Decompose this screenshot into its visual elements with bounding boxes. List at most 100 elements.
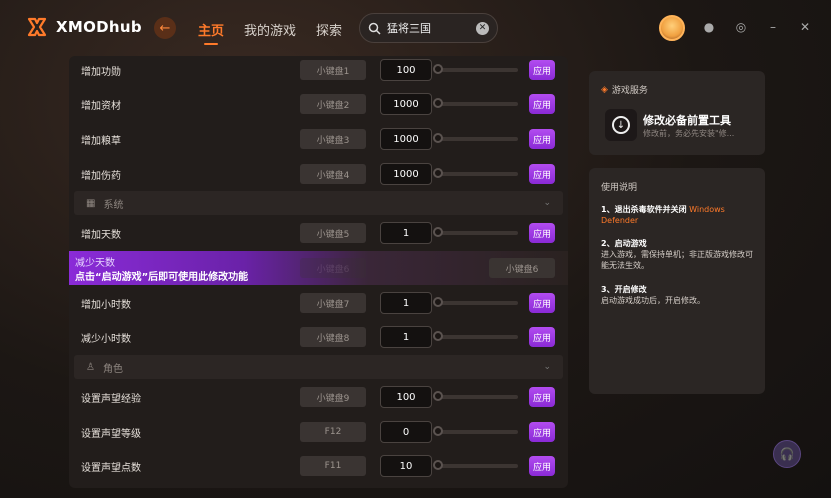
option-label: 减少天数 — [75, 258, 115, 269]
tool-subtitle: 修改前，务必先安装"修... — [643, 129, 735, 138]
option-label: 设置声望等级 — [81, 428, 141, 440]
value-input[interactable]: 0 — [380, 421, 432, 443]
option-row: 设置声望经验 小键盘9 100 应用 — [69, 380, 568, 414]
app-name: XMODhub — [56, 18, 142, 36]
apply-button[interactable]: 应用 — [529, 94, 555, 114]
section-title: 角色 — [102, 363, 123, 375]
headset-icon: 🎧 — [779, 447, 795, 461]
hotkey-button[interactable]: F11 — [300, 456, 366, 476]
option-label: 增加资材 — [81, 100, 121, 112]
option-label: 减少小时数 — [81, 333, 131, 345]
game-service-card: ◈ 游戏服务 ↓ 修改必备前置工具 修改前，务必先安装"修... — [589, 71, 765, 155]
search-icon — [368, 22, 381, 35]
search-input[interactable] — [387, 21, 467, 35]
apply-button[interactable]: 应用 — [529, 129, 555, 149]
cheat-panel: 增加功勋 小键盘1 100 应用 增加资材 小键盘2 1000 应用 增加粮草 … — [69, 56, 568, 488]
option-row: 增加功勋 小键盘1 100 应用 — [69, 56, 568, 87]
hotkey-button[interactable]: 小键盘6 — [489, 258, 555, 278]
value-input[interactable]: 1 — [380, 222, 432, 244]
option-row: 增加资材 小键盘2 1000 应用 — [69, 87, 568, 121]
option-row: 设置声望点数 F11 10 应用 — [69, 449, 568, 483]
nav-home[interactable]: 主页 — [198, 20, 224, 45]
value-input[interactable]: 1000 — [380, 93, 432, 115]
option-row: 增加小时数 小键盘7 1 应用 — [69, 286, 568, 320]
apply-button[interactable]: 应用 — [529, 456, 555, 476]
support-headset-button[interactable]: 🎧 — [773, 440, 801, 468]
value-slider[interactable] — [433, 331, 518, 341]
step-body: 启动游戏成功后，开启修改。 — [601, 296, 705, 305]
arrow-left-icon: ← — [159, 20, 171, 36]
back-button[interactable]: ← — [154, 17, 176, 39]
download-icon: ↓ — [612, 116, 630, 134]
apply-button[interactable]: 应用 — [529, 60, 555, 80]
step-title: 1、退出杀毒软件并关闭 — [601, 205, 687, 214]
option-label: 增加小时数 — [81, 299, 131, 311]
hotkey-button[interactable]: 小键盘8 — [300, 327, 366, 347]
notification-icon[interactable]: ● — [702, 20, 716, 34]
value-input[interactable]: 100 — [380, 386, 432, 408]
value-slider[interactable] — [433, 297, 518, 307]
apply-button[interactable]: 应用 — [529, 223, 555, 243]
value-input[interactable]: 1000 — [380, 128, 432, 150]
card-header: ◈ 游戏服务 — [601, 83, 648, 97]
minimize-icon[interactable]: ◎ — [734, 20, 748, 34]
grid-icon: ▦ — [86, 197, 96, 209]
value-slider[interactable] — [433, 168, 518, 178]
value-input[interactable]: 1000 — [380, 163, 432, 185]
apply-button[interactable]: 应用 — [529, 293, 555, 313]
dash-icon[interactable]: – — [766, 20, 780, 34]
value-slider[interactable] — [433, 227, 518, 237]
option-row: 增加天数 小键盘5 1 应用 — [69, 216, 568, 250]
option-label: 增加伤药 — [81, 170, 121, 182]
instructions-card: 使用说明 1、退出杀毒软件并关闭 Windows Defender 2、启动游戏… — [589, 168, 765, 394]
user-avatar[interactable] — [659, 15, 685, 41]
option-label: 设置声望点数 — [81, 462, 141, 474]
chevron-down-icon: ⌄ — [543, 198, 551, 208]
hotkey-button[interactable]: 小键盘1 — [300, 60, 366, 80]
nav-my-games[interactable]: 我的游戏 — [244, 20, 296, 39]
app-logo[interactable]: XMODhub — [26, 16, 142, 38]
apply-button[interactable]: 应用 — [529, 164, 555, 184]
card-title: 游戏服务 — [611, 86, 648, 96]
hotkey-button[interactable]: F12 — [300, 422, 366, 442]
value-input[interactable]: 1 — [380, 292, 432, 314]
value-input[interactable]: 100 — [380, 59, 432, 81]
locked-notice: 点击“启动游戏”后即可使用此修改功能 — [75, 272, 249, 283]
nav-explore[interactable]: 探索 — [316, 20, 342, 39]
apply-button[interactable]: 应用 — [529, 422, 555, 442]
value-slider[interactable] — [433, 391, 518, 401]
section-header-system[interactable]: ▦ 系统 ⌄ — [74, 191, 563, 215]
hotkey-button[interactable]: 小键盘3 — [300, 129, 366, 149]
step-body: 进入游戏，需保持单机；非正版游戏修改可能无法生效。 — [601, 250, 753, 270]
download-tool-button[interactable]: ↓ — [605, 109, 637, 141]
hotkey-button-disabled: 小键盘6 — [300, 258, 366, 278]
apply-button[interactable]: 应用 — [529, 387, 555, 407]
value-slider[interactable] — [433, 98, 518, 108]
value-slider[interactable] — [433, 426, 518, 436]
section-header-role[interactable]: ♙ 角色 ⌄ — [74, 355, 563, 379]
person-icon: ♙ — [86, 361, 95, 373]
value-slider[interactable] — [433, 460, 518, 470]
hotkey-button[interactable]: 小键盘5 — [300, 223, 366, 243]
close-icon[interactable]: ✕ — [798, 20, 812, 34]
value-input[interactable]: 10 — [380, 455, 432, 477]
hotkey-button[interactable]: 小键盘9 — [300, 387, 366, 407]
apply-button[interactable]: 应用 — [529, 327, 555, 347]
option-row: 增加粮草 小键盘3 1000 应用 — [69, 122, 568, 156]
value-slider[interactable] — [433, 133, 518, 143]
tool-title[interactable]: 修改必备前置工具 — [643, 112, 731, 128]
step-2: 2、启动游戏 进入游戏，需保持单机；非正版游戏修改可能无法生效。 — [601, 238, 756, 271]
clear-search-icon[interactable]: ✕ — [476, 21, 489, 35]
option-label: 增加粮草 — [81, 135, 121, 147]
value-slider[interactable] — [433, 64, 518, 74]
main-nav: 主页 我的游戏 探索 — [198, 20, 342, 45]
hotkey-button[interactable]: 小键盘4 — [300, 164, 366, 184]
card-title: 使用说明 — [601, 183, 638, 193]
value-input[interactable]: 1 — [380, 326, 432, 348]
step-1: 1、退出杀毒软件并关闭 Windows Defender — [601, 204, 756, 226]
step-title: 3、开启修改 — [601, 285, 647, 294]
hotkey-button[interactable]: 小键盘2 — [300, 94, 366, 114]
box-icon: ◈ — [601, 84, 608, 95]
option-row: 增加伤药 小键盘4 1000 应用 — [69, 157, 568, 191]
hotkey-button[interactable]: 小键盘7 — [300, 293, 366, 313]
